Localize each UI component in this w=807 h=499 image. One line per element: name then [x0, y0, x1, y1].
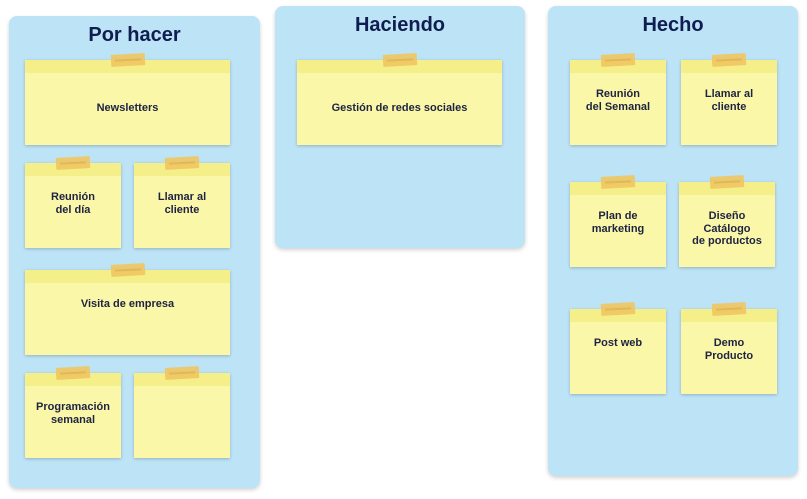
sticky-note[interactable]: Gestión de redes sociales: [297, 53, 502, 145]
sticky-note[interactable]: Reunión del Semanal: [570, 53, 666, 145]
note-label: Llamar al cliente: [704, 88, 754, 113]
tape-icon: [164, 156, 200, 170]
tape-icon: [709, 175, 745, 189]
sticky-note[interactable]: Demo Producto: [681, 302, 777, 394]
tape-icon: [382, 53, 417, 67]
tape-icon: [600, 175, 636, 189]
tape-icon: [110, 263, 145, 277]
tape-icon: [711, 302, 747, 316]
sticky-note[interactable]: Visita de empresa: [25, 263, 230, 355]
tape-icon: [600, 302, 636, 316]
sticky-note[interactable]: Llamar al cliente: [681, 53, 777, 145]
sticky-note[interactable]: Post web: [570, 302, 666, 394]
note-label: Visita de empresa: [80, 298, 175, 310]
tape-icon: [164, 366, 200, 380]
sticky-note[interactable]: Llamar al cliente: [134, 156, 230, 248]
tape-icon: [55, 366, 91, 380]
sticky-note[interactable]: Programación semanal: [25, 366, 121, 458]
note-label: Reunión del día: [51, 191, 95, 216]
tape-icon: [711, 53, 747, 67]
sticky-note[interactable]: Diseño Catálogo de porductos: [679, 175, 775, 267]
note-label: Post web: [593, 337, 643, 349]
note-label: Programación semanal: [36, 401, 110, 426]
sticky-note-empty[interactable]: [134, 366, 230, 458]
column-title: Haciendo: [354, 14, 446, 36]
sticky-note[interactable]: Reunión del día: [25, 156, 121, 248]
sticky-note[interactable]: Newsletters: [25, 53, 230, 145]
note-label: Llamar al cliente: [157, 191, 207, 216]
note-label: Demo Producto: [704, 337, 754, 362]
tape-icon: [55, 156, 91, 170]
note-label: Newsletters: [96, 102, 159, 115]
note-label: Plan de marketing: [591, 210, 645, 235]
sticky-note[interactable]: Plan de marketing: [570, 175, 666, 267]
tape-icon: [110, 53, 145, 67]
column-title: Por hacer: [88, 24, 181, 46]
note-label: Reunión del Semanal: [585, 88, 651, 113]
tape-icon: [600, 53, 636, 67]
note-label: Diseño Catálogo de porductos: [692, 210, 762, 248]
note-label: Gestión de redes sociales: [331, 102, 468, 115]
column-title: Hecho: [642, 14, 704, 36]
